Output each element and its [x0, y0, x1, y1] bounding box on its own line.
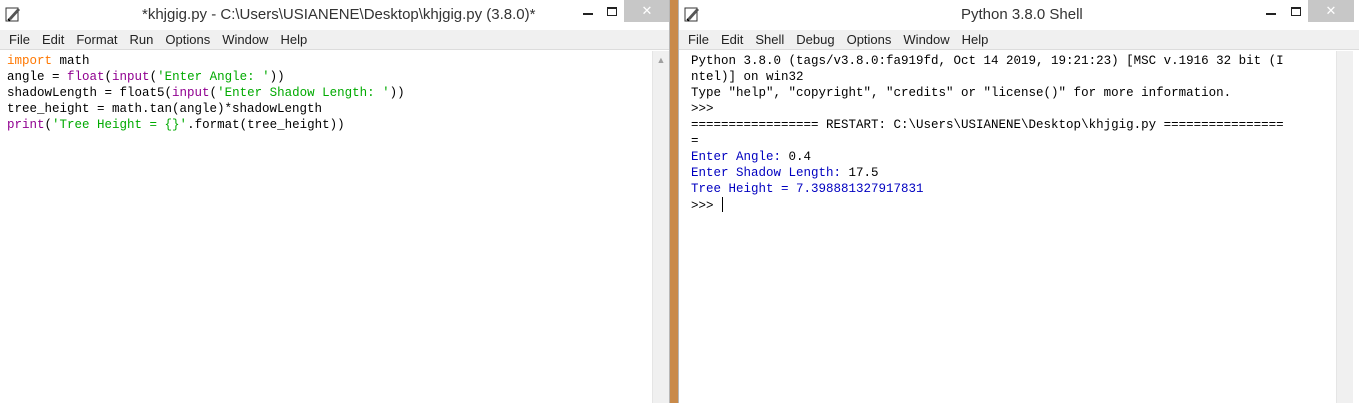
editor-menu-edit[interactable]: Edit — [36, 30, 70, 50]
shell-scrollbar[interactable] — [1336, 51, 1353, 403]
shell-line: Type "help", "copyright", "credits" or "… — [691, 85, 1335, 101]
code-token: 'Enter Shadow Length: ' — [217, 86, 390, 100]
code-token: ( — [209, 86, 218, 100]
shell-close-button[interactable]: ✕ — [1308, 0, 1354, 22]
shell-title: Python 3.8.0 Shell — [961, 6, 1083, 23]
code-token: ================= RESTART: C:\Users\USIA… — [691, 118, 1284, 132]
maximize-icon — [607, 6, 617, 16]
editor-menu-format[interactable]: Format — [70, 30, 123, 50]
code-line: angle = float(input('Enter Angle: ')) — [7, 69, 651, 85]
code-token: Python 3.8.0 (tags/v3.8.0:fa919fd, Oct 1… — [691, 54, 1284, 68]
code-token: .format(tree_height)) — [187, 118, 345, 132]
code-line: shadowLength = float5(input('Enter Shado… — [7, 85, 651, 101]
idle-feather-icon — [684, 7, 699, 22]
editor-menu-run[interactable]: Run — [124, 30, 160, 50]
code-token: math — [52, 54, 90, 68]
close-icon: ✕ — [1325, 3, 1337, 18]
code-token: input — [112, 70, 150, 84]
code-line: import math — [7, 53, 651, 69]
editor-close-button[interactable]: ✕ — [624, 0, 669, 22]
shell-line: >>> — [691, 197, 1335, 213]
editor-menu-file[interactable]: File — [3, 30, 36, 50]
shell-menu-help[interactable]: Help — [956, 30, 995, 50]
code-token: )) — [269, 70, 285, 84]
scroll-up-arrow-icon[interactable]: ▲ — [653, 51, 669, 68]
shell-menu-debug[interactable]: Debug — [790, 30, 840, 50]
maximize-icon — [1291, 6, 1301, 16]
code-token: )) — [389, 86, 405, 100]
shell-line: Python 3.8.0 (tags/v3.8.0:fa919fd, Oct 1… — [691, 53, 1335, 69]
editor-code-area[interactable]: import math angle = float(input('Enter An… — [0, 51, 651, 403]
shell-window: Python 3.8.0 Shell ✕ File Edit Shell Deb… — [678, 0, 1359, 403]
shell-maximize-button[interactable] — [1282, 0, 1310, 22]
shell-line: Tree Height = 7.398881327917831 — [691, 181, 1335, 197]
shell-line: Enter Shadow Length: 17.5 — [691, 165, 1335, 181]
code-token: print — [7, 118, 45, 132]
code-token: Type "help", "copyright", "credits" or "… — [691, 86, 1232, 100]
code-token: 'Tree Height = {}' — [52, 118, 188, 132]
shell-line: ================= RESTART: C:\Users\USIA… — [691, 117, 1335, 133]
code-token: Enter Shadow Length: — [691, 166, 849, 180]
close-icon: ✕ — [641, 3, 653, 18]
shell-minimize-button[interactable] — [1257, 0, 1285, 22]
code-token: ( — [104, 70, 113, 84]
code-token: >>> — [691, 199, 722, 213]
editor-window: *khjgig.py - C:\Users\USIANENE\Desktop\k… — [0, 0, 670, 403]
code-token: import — [7, 54, 53, 68]
code-token: 'Enter Angle: ' — [157, 70, 270, 84]
editor-menu-window[interactable]: Window — [216, 30, 274, 50]
editor-title: *khjgig.py - C:\Users\USIANENE\Desktop\k… — [142, 6, 536, 23]
editor-menu-help[interactable]: Help — [274, 30, 313, 50]
code-token: input — [172, 86, 210, 100]
code-line: print('Tree Height = {}'.format(tree_hei… — [7, 117, 651, 133]
code-token: ( — [149, 70, 158, 84]
code-token: ( — [44, 118, 53, 132]
shell-menu-file[interactable]: File — [682, 30, 715, 50]
shell-menu-window[interactable]: Window — [897, 30, 955, 50]
shell-line: ntel)] on win32 — [691, 69, 1335, 85]
code-token: = — [691, 134, 699, 148]
code-token: Tree Height = 7.398881327917831 — [691, 182, 924, 196]
shell-line: = — [691, 133, 1335, 149]
shell-line: Enter Angle: 0.4 — [691, 149, 1335, 165]
shell-menu-options[interactable]: Options — [841, 30, 898, 50]
shell-line: >>> — [691, 101, 1335, 117]
code-token: angle = — [7, 70, 68, 84]
code-token: float — [67, 70, 105, 84]
code-token: ntel)] on win32 — [691, 70, 804, 84]
shell-menu-edit[interactable]: Edit — [715, 30, 749, 50]
minimize-icon — [1266, 13, 1276, 15]
code-token: shadowLength = float5( — [7, 86, 173, 100]
shell-output-area[interactable]: Python 3.8.0 (tags/v3.8.0:fa919fd, Oct 1… — [684, 51, 1335, 403]
idle-feather-icon — [5, 7, 20, 22]
code-token: Enter Angle: — [691, 150, 789, 164]
minimize-icon — [583, 13, 593, 15]
shell-titlebar[interactable]: Python 3.8.0 Shell ✕ — [679, 0, 1359, 30]
editor-menubar: File Edit Format Run Options Window Help — [0, 30, 669, 50]
text-cursor — [722, 197, 724, 212]
editor-scrollbar[interactable]: ▲ — [652, 51, 669, 403]
editor-maximize-button[interactable] — [598, 0, 626, 22]
code-token: >>> — [691, 102, 714, 116]
shell-menubar: File Edit Shell Debug Options Window Hel… — [679, 30, 1359, 50]
code-line: tree_height = math.tan(angle)*shadowLeng… — [7, 101, 651, 117]
editor-menu-options[interactable]: Options — [159, 30, 216, 50]
code-token: 17.5 — [848, 166, 879, 180]
shell-menu-shell[interactable]: Shell — [749, 30, 790, 50]
code-token: tree_height = math.tan(angle)*shadowLeng… — [7, 102, 323, 116]
editor-titlebar[interactable]: *khjgig.py - C:\Users\USIANENE\Desktop\k… — [0, 0, 669, 30]
code-token: 0.4 — [788, 150, 812, 164]
